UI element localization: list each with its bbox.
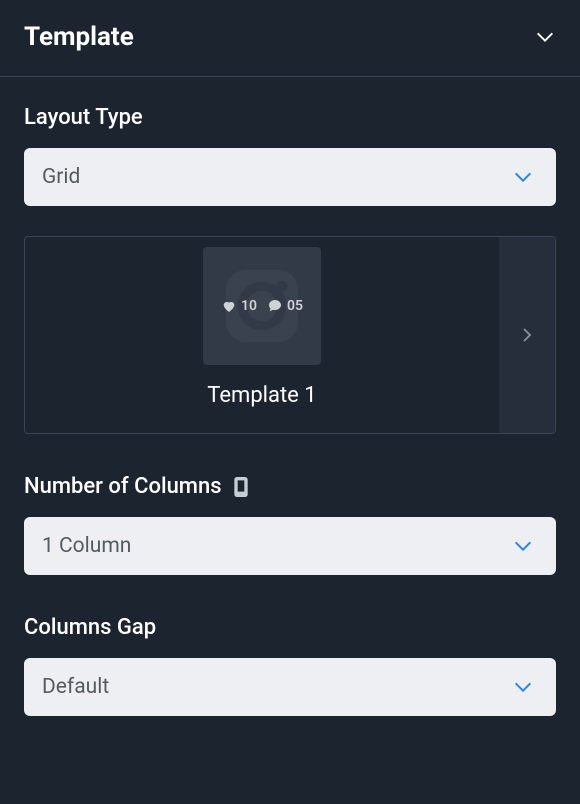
template-name: Template 1 [207,383,316,408]
columns-gap-label: Columns Gap [24,615,556,640]
responsive-device-icon[interactable] [232,475,250,499]
template-panel: Template Layout Type Grid [0,0,580,804]
layout-type-value: Grid [42,165,80,189]
layout-type-select[interactable]: Grid [24,148,556,206]
columns-select[interactable]: 1 Column [24,517,556,575]
template-thumbnail: 10 05 [203,247,321,365]
heart-icon [221,298,237,314]
comment-icon [267,298,283,314]
next-template-button[interactable] [499,237,555,433]
chevron-down-icon [512,166,534,188]
chevron-down-icon [512,676,534,698]
template-section-header[interactable]: Template [0,0,580,77]
chevron-down-icon [512,535,534,557]
chevron-right-icon [518,321,536,349]
template-preview-carousel: 10 05 Template 1 [24,236,556,434]
template-stats: 10 05 [221,298,303,314]
columns-value: 1 Column [42,534,131,558]
columns-gap-value: Default [42,675,109,699]
section-title: Template [24,22,134,52]
likes-count: 10 [241,298,257,314]
panel-body: Layout Type Grid [0,77,580,716]
chevron-down-icon [534,26,556,48]
columns-label: Number of Columns [24,474,556,499]
template-card[interactable]: 10 05 Template 1 [25,237,499,433]
columns-gap-select[interactable]: Default [24,658,556,716]
columns-label-text: Number of Columns [24,474,222,499]
comments-count: 05 [287,298,303,314]
layout-type-label: Layout Type [24,105,556,130]
